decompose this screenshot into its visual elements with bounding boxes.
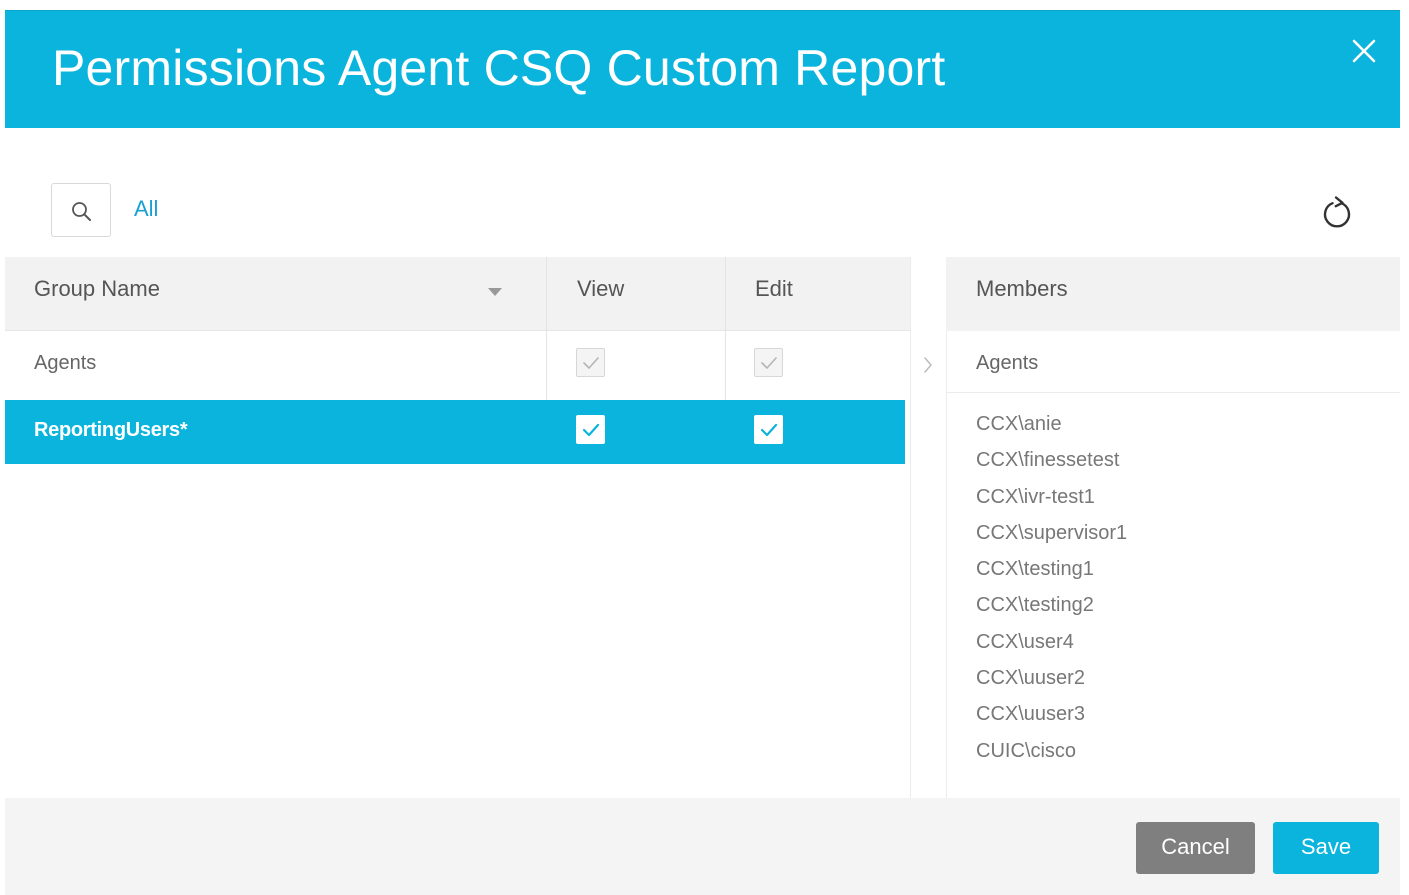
list-item: CCX\finessetest <box>976 449 1120 472</box>
list-item: CCX\testing1 <box>976 558 1094 581</box>
table-row[interactable]: Agents <box>5 331 911 400</box>
column-header-view: View <box>546 257 725 331</box>
filter-all-link[interactable]: All <box>134 196 158 222</box>
column-divider <box>725 331 726 400</box>
search-icon <box>72 202 91 221</box>
view-checkbox[interactable] <box>576 415 605 444</box>
list-item: CCX\ivr-test1 <box>976 485 1095 508</box>
refresh-button[interactable] <box>1319 194 1355 232</box>
members-list: CCX\anie CCX\finessetest CCX\ivr-test1 C… <box>946 393 1400 772</box>
search-button[interactable] <box>51 183 111 237</box>
list-item: CCX\uuser2 <box>976 667 1085 690</box>
list-item: CCX\supervisor1 <box>976 521 1128 544</box>
group-name-cell: Agents <box>34 352 97 374</box>
column-header-label: Edit <box>755 276 793 301</box>
column-header-edit: Edit <box>725 257 911 331</box>
column-header-label: View <box>577 276 625 301</box>
list-item: CCX\uuser3 <box>976 703 1085 726</box>
close-icon <box>1352 39 1376 63</box>
dialog-footer: Cancel Save <box>5 798 1400 895</box>
column-header-label: Group Name <box>34 276 160 301</box>
edit-checkbox[interactable] <box>754 348 783 377</box>
members-header: Members <box>946 257 1400 331</box>
dialog-header: Permissions Agent CSQ Custom Report <box>5 10 1400 128</box>
checkmark-icon <box>761 357 777 369</box>
list-item: CCX\testing2 <box>976 594 1094 617</box>
checkmark-icon <box>583 357 599 369</box>
list-item: CCX\user4 <box>976 630 1074 653</box>
panel-divider <box>910 257 911 798</box>
cancel-button[interactable]: Cancel <box>1136 822 1255 874</box>
column-divider <box>546 331 547 400</box>
refresh-icon <box>1323 196 1351 228</box>
close-button[interactable] <box>1350 37 1378 65</box>
members-panel: Members Agents CCX\anie CCX\finessetest … <box>946 257 1400 772</box>
groups-table: Group Name View Edit Agents ReportingUse… <box>5 257 911 464</box>
column-header-group-name[interactable]: Group Name <box>5 257 546 331</box>
checkmark-icon <box>582 423 600 437</box>
save-button[interactable]: Save <box>1273 822 1379 874</box>
groups-table-header: Group Name View Edit <box>5 257 911 331</box>
checkmark-icon <box>760 423 778 437</box>
view-checkbox[interactable] <box>576 348 605 377</box>
caret-down-icon[interactable] <box>487 287 503 297</box>
chevron-right-icon[interactable] <box>922 355 934 375</box>
list-item: CUIC\cisco <box>976 739 1077 762</box>
members-group-name: Agents <box>946 331 1400 393</box>
list-item: CCX\anie <box>976 413 1062 435</box>
table-row-selected[interactable]: ReportingUsers* <box>5 400 905 464</box>
dialog-title: Permissions Agent CSQ Custom Report <box>52 40 946 96</box>
edit-checkbox[interactable] <box>754 415 783 444</box>
group-name-cell: ReportingUsers* <box>34 419 188 441</box>
